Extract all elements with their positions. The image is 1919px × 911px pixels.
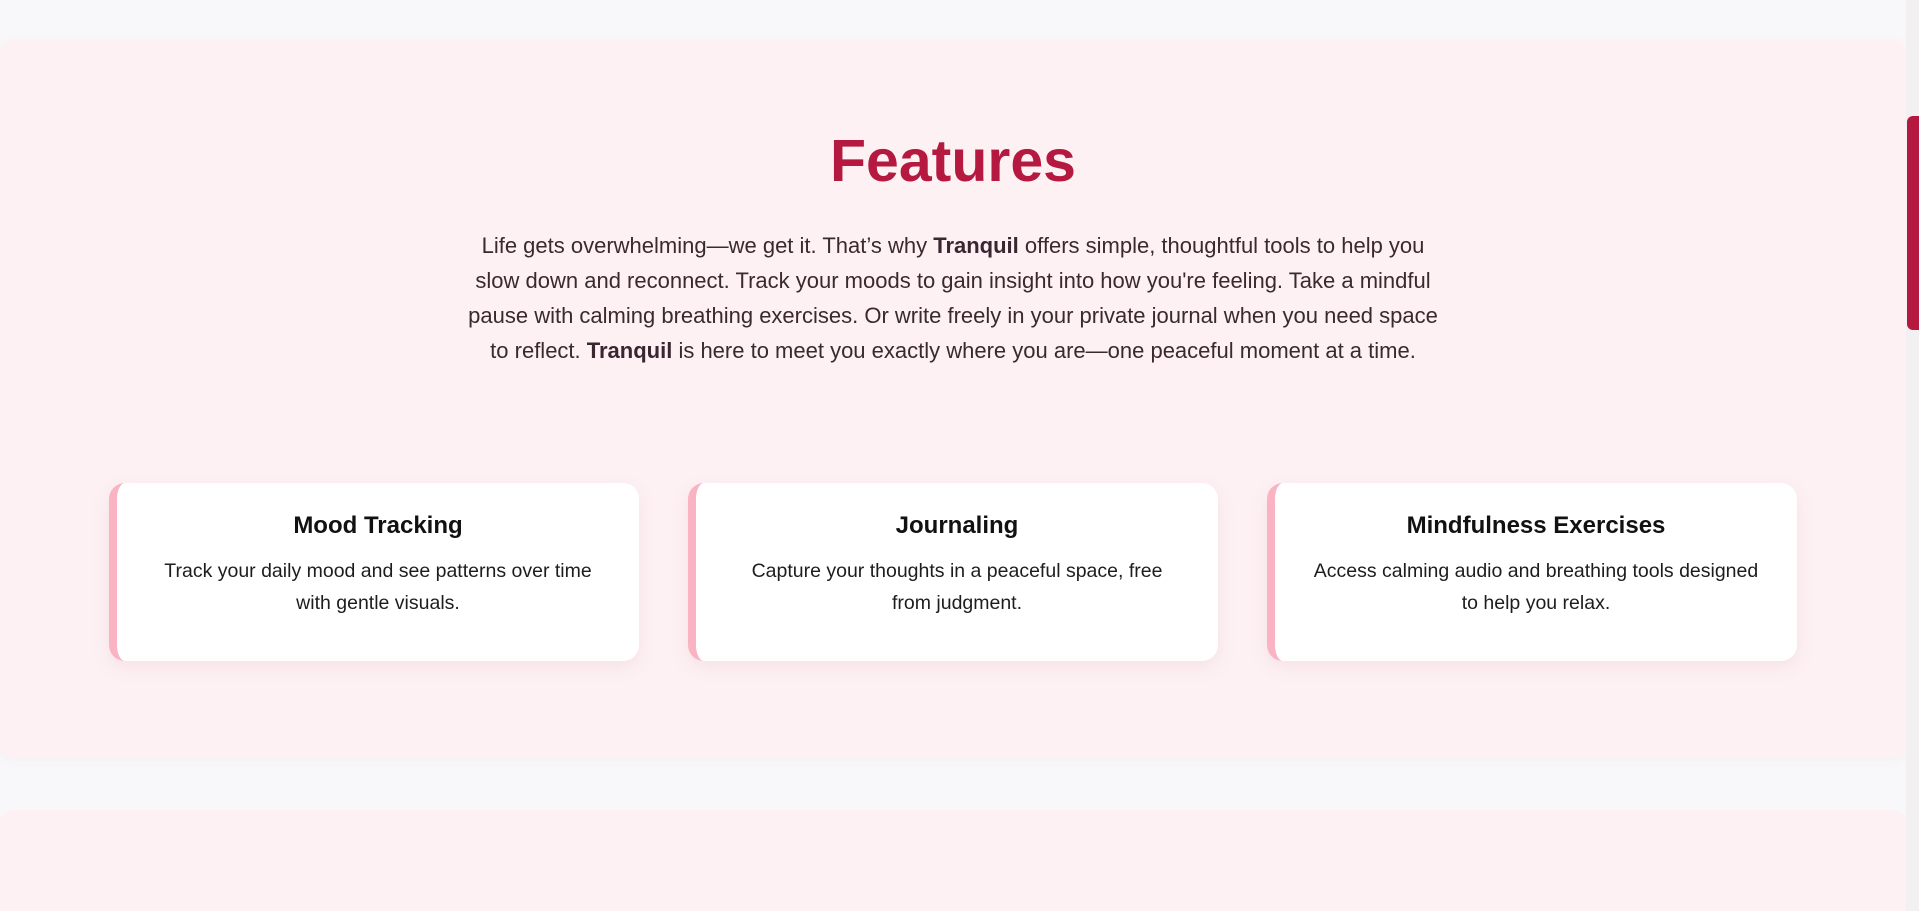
page: Features Life gets overwhelming—we get i… <box>0 0 1919 911</box>
brand-name: Tranquil <box>933 233 1019 258</box>
brand-name: Tranquil <box>586 338 673 363</box>
feature-card-description: Access calming audio and breathing tools… <box>1313 560 1759 614</box>
feature-card-title: Mindfulness Exercises <box>1406 512 1666 539</box>
feature-card-description: Track your daily mood and see patterns o… <box>164 560 592 614</box>
feature-card-title: Journaling <box>895 512 1019 539</box>
feature-card-journaling: Journaling Capture your thoughts in a pe… <box>688 483 1218 661</box>
next-section <box>0 810 1906 911</box>
scrollbar-thumb[interactable] <box>1907 116 1919 330</box>
intro-text-part-3: is here to meet you exactly where you ar… <box>672 338 1416 363</box>
features-section: Features Life gets overwhelming—we get i… <box>0 40 1906 758</box>
feature-card-description: Capture your thoughts in a peaceful spac… <box>751 560 1163 614</box>
features-heading: Features <box>830 128 1076 194</box>
features-intro-text: Life gets overwhelming—we get it. That’s… <box>468 228 1438 368</box>
feature-card-mood-tracking: Mood Tracking Track your daily mood and … <box>109 483 639 661</box>
feature-card-title: Mood Tracking <box>293 512 463 539</box>
intro-text-part-1: Life gets overwhelming—we get it. That’s… <box>481 233 934 258</box>
feature-card-mindfulness-exercises: Mindfulness Exercises Access calming aud… <box>1267 483 1797 661</box>
